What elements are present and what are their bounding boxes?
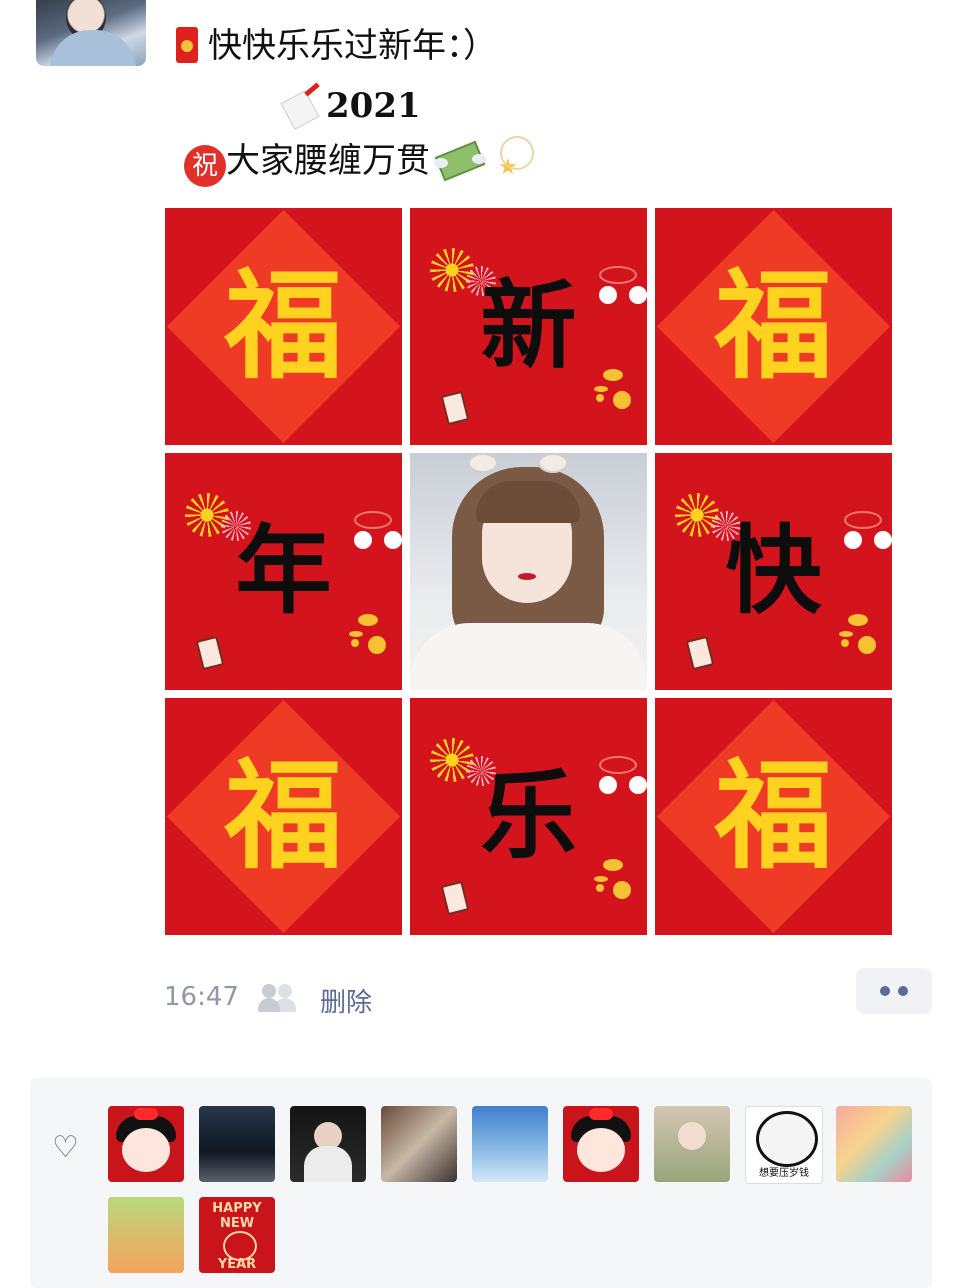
bunny-ear-icon (468, 453, 498, 473)
calendar-icon (284, 87, 324, 125)
grid-image-5[interactable] (410, 453, 647, 690)
grid-image-8[interactable]: 乐 (410, 698, 647, 935)
avatar-person-body (304, 1146, 352, 1182)
panda-caption: 想要压岁钱 (759, 1168, 809, 1179)
post-line-1: 快快乐乐过新年：） (176, 22, 497, 70)
gold-coins-icon (589, 859, 637, 907)
post-time: 16:47 (164, 982, 239, 1012)
post-line-1-text: 快快乐乐过新年：） (208, 26, 497, 66)
fu-character: 福 (714, 747, 833, 885)
avatar-face (122, 1128, 170, 1172)
year-text: YEAR (217, 1257, 257, 1272)
photo-fur-coat (410, 623, 647, 690)
grid-image-4[interactable]: 年 (165, 453, 402, 690)
liker-avatar[interactable] (836, 1106, 912, 1182)
more-actions-button[interactable] (856, 968, 932, 1014)
liker-avatar[interactable] (472, 1106, 548, 1182)
red-envelope-icon (176, 27, 198, 63)
post-line-3-text: 大家腰缠万贯 (226, 141, 430, 181)
bunny-ear-icon (538, 453, 568, 473)
grid-image-9[interactable]: 福 (655, 698, 892, 935)
gold-coins-icon (834, 614, 882, 662)
happy-new-text: HAPPY NEW (212, 1201, 262, 1231)
image-grid: 福 新 福 年 快 福 乐 福 (165, 208, 892, 935)
photo-bangs (476, 481, 580, 523)
photo-lips (518, 573, 536, 580)
grid-image-1[interactable]: 福 (165, 208, 402, 445)
magic-wand-icon (490, 134, 534, 192)
delete-link[interactable]: 删除 (320, 982, 372, 1019)
grid-image-6[interactable]: 快 (655, 453, 892, 690)
fu-character: 福 (224, 257, 343, 395)
liker-avatar[interactable] (199, 1106, 275, 1182)
liker-avatar[interactable]: 想要压岁钱 (745, 1106, 823, 1184)
heart-icon: ♡ (52, 1130, 79, 1165)
fu-character: 福 (224, 747, 343, 885)
post-year: 2021 (326, 86, 421, 126)
post-line-3: 祝大家腰缠万贯 (184, 134, 534, 192)
liker-avatar[interactable] (381, 1106, 457, 1182)
post-meta-bar: 16:47 删除 (164, 968, 934, 1024)
grid-image-3[interactable]: 福 (655, 208, 892, 445)
gold-coins-icon (344, 614, 392, 662)
panda-face-icon (756, 1111, 818, 1167)
likes-panel: ♡ 想要压岁钱 HAPPY NEW YEAR (30, 1078, 932, 1288)
liker-avatar[interactable] (654, 1106, 730, 1182)
gold-coins-icon (589, 369, 637, 417)
avatar-bow (589, 1108, 613, 1120)
post-line-2: 2021 (284, 82, 421, 130)
avatar-bow (134, 1108, 158, 1120)
avatar-person-head (678, 1122, 706, 1150)
liker-avatar[interactable]: HAPPY NEW YEAR (199, 1197, 275, 1273)
grid-image-2[interactable]: 新 (410, 208, 647, 445)
avatar-coat (50, 30, 136, 66)
liker-avatar[interactable] (108, 1197, 184, 1273)
author-avatar[interactable] (36, 0, 146, 66)
congratulation-icon: 祝 (184, 145, 226, 187)
grid-image-7[interactable]: 福 (165, 698, 402, 935)
fu-character: 福 (714, 257, 833, 395)
flying-money-icon (434, 138, 490, 178)
liker-avatar[interactable] (563, 1106, 639, 1182)
visibility-group-icon[interactable] (258, 984, 298, 1012)
avatar-face (577, 1128, 625, 1172)
liker-avatar[interactable] (108, 1106, 184, 1182)
liker-avatar[interactable] (290, 1106, 366, 1182)
